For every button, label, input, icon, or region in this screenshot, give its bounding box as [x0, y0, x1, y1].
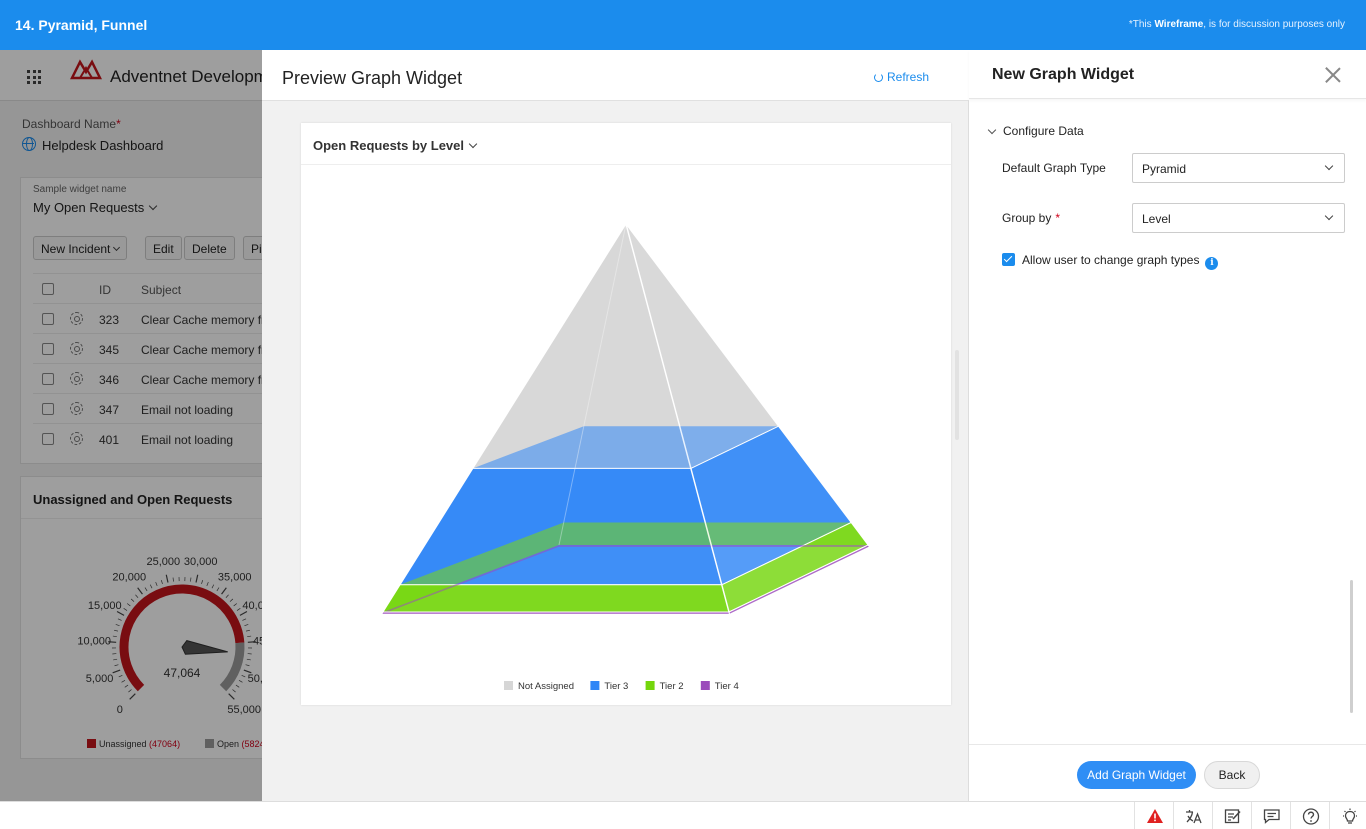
new-graph-widget-panel: New Graph Widget Configure Data Default …: [969, 50, 1366, 801]
chart-card: Open Requests by Level Not Assigned Tier …: [301, 123, 951, 705]
preview-panel: Preview Graph Widget Refresh Open Reques…: [262, 50, 969, 801]
pyramid-layer-tier-2: [382, 584, 730, 613]
banner-note: *This Wireframe, is for discussion purpo…: [1128, 19, 1345, 30]
status-bar: [0, 801, 1366, 829]
group-by-select[interactable]: Level: [1132, 203, 1345, 233]
configure-data-section-toggle[interactable]: Configure Data: [987, 124, 1084, 138]
legend-swatch-not-assigned: [504, 681, 513, 690]
config-title: New Graph Widget: [992, 66, 1135, 83]
help-icon[interactable]: [1290, 802, 1329, 829]
wireframe-banner: 14. Pyramid, Funnel *This Wireframe, is …: [0, 0, 1366, 50]
config-footer: Add Graph Widget Back: [969, 744, 1366, 801]
default-graph-type-label: Default Graph Type: [1002, 161, 1106, 175]
chart-legend: Not Assigned Tier 3 Tier 2 Tier 4: [504, 681, 739, 692]
pyramid-layers: [380, 222, 871, 616]
refresh-icon: [874, 73, 883, 82]
allow-change-graph-type[interactable]: Allow user to change graph types i: [1002, 253, 1219, 270]
alert-icon[interactable]: [1134, 802, 1173, 829]
add-graph-widget-button[interactable]: Add Graph Widget: [1077, 761, 1196, 789]
alert-icon-glyph: [1147, 809, 1163, 823]
scrollbar[interactable]: [1350, 580, 1353, 713]
allow-change-checkbox[interactable]: [1002, 253, 1015, 266]
preview-title: Preview Graph Widget: [282, 68, 463, 88]
chat-icon-glyph: [1263, 809, 1280, 824]
legend-label-tier-4: Tier 4: [715, 681, 739, 692]
legend-label-not-assigned: Not Assigned: [518, 681, 574, 692]
help-icon-glyph: [1302, 808, 1320, 825]
chevron-down-icon: [1324, 161, 1334, 171]
group-by-label: Group by *: [1002, 211, 1061, 225]
modal-backdrop[interactable]: [0, 50, 262, 801]
refresh-button[interactable]: Refresh: [874, 70, 929, 84]
panel-resize-handle[interactable]: [955, 350, 959, 440]
legend-swatch-tier-2: [645, 681, 655, 690]
preview-header: Preview Graph Widget Refresh: [262, 50, 969, 101]
banner-title: 14. Pyramid, Funnel: [15, 17, 148, 33]
back-button[interactable]: Back: [1204, 761, 1260, 789]
notes-icon[interactable]: [1212, 802, 1251, 829]
legend-label-tier-2: Tier 2: [660, 681, 684, 692]
graph-type-select[interactable]: Pyramid: [1132, 153, 1345, 183]
bulb-icon[interactable]: [1329, 802, 1366, 829]
close-icon[interactable]: [1325, 67, 1341, 83]
pyramid-layer-tier-4: [380, 611, 731, 615]
chevron-down-icon: [1324, 211, 1334, 221]
info-icon[interactable]: i: [1205, 257, 1219, 270]
pyramid-layer-back-tier-4: [558, 545, 870, 547]
bulb-icon-glyph: [1343, 808, 1357, 824]
legend-swatch-tier-4: [700, 681, 710, 690]
config-header: New Graph Widget: [969, 50, 1366, 99]
pyramid-chart: Not Assigned Tier 3 Tier 2 Tier 4: [380, 222, 871, 692]
legend-swatch-tier-3: [590, 681, 600, 690]
chat-icon[interactable]: [1251, 802, 1290, 829]
chevron-down-icon: [987, 125, 997, 135]
notes-icon-glyph: [1224, 809, 1241, 824]
translate-icon-glyph: [1186, 810, 1202, 824]
legend-label-tier-3: Tier 3: [604, 681, 628, 692]
translate-icon[interactable]: [1173, 802, 1212, 829]
